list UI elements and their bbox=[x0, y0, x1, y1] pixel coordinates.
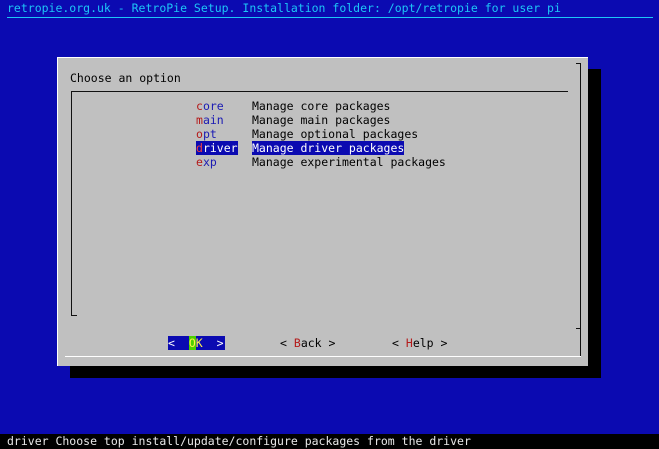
dialog-corner-bottom-right bbox=[576, 328, 581, 329]
menu-item-tag: opt bbox=[196, 127, 217, 141]
dialog-corner-top-right bbox=[576, 63, 581, 64]
dialog-border-bottom bbox=[65, 356, 581, 357]
dialog-border-right bbox=[580, 63, 581, 357]
menu-item-tag: main bbox=[196, 113, 224, 127]
menu-border-top bbox=[71, 91, 568, 92]
menu-item-description: Manage optional packages bbox=[252, 127, 419, 141]
menu-item-description: Manage experimental packages bbox=[252, 155, 446, 169]
menu-item-tag: driver bbox=[196, 141, 238, 155]
backtitle: retropie.org.uk - RetroPie Setup. Instal… bbox=[7, 1, 561, 15]
menu-item-tag: core bbox=[196, 99, 224, 113]
menu-item-description: Manage core packages bbox=[252, 99, 391, 113]
menu-item-exp[interactable]: exp Manage experimental packages bbox=[196, 155, 446, 211]
backtitle-underline bbox=[7, 17, 653, 18]
dialog-border-left bbox=[57, 57, 58, 366]
menu-border-bottom-left bbox=[71, 315, 77, 316]
menu-item-description: Manage main packages bbox=[252, 113, 391, 127]
ok-button[interactable]: < OK > bbox=[168, 336, 225, 350]
dialog-prompt: Choose an option bbox=[70, 71, 181, 85]
menu-item-tag: exp bbox=[196, 155, 217, 169]
status-bar: driver Choose top install/update/configu… bbox=[0, 434, 659, 449]
menu-dialog: Choose an option core Manage core packag… bbox=[57, 57, 588, 366]
ok-hotkey: O bbox=[188, 336, 196, 350]
back-button[interactable]: < Back > bbox=[280, 336, 335, 350]
dialog-border-top bbox=[57, 57, 588, 58]
menu-item-description: Manage driver packages bbox=[252, 141, 405, 155]
help-button[interactable]: < Help > bbox=[392, 336, 447, 350]
menu-border-left bbox=[71, 91, 72, 316]
menu-list: core Manage core packages main Manage ma… bbox=[71, 91, 568, 316]
